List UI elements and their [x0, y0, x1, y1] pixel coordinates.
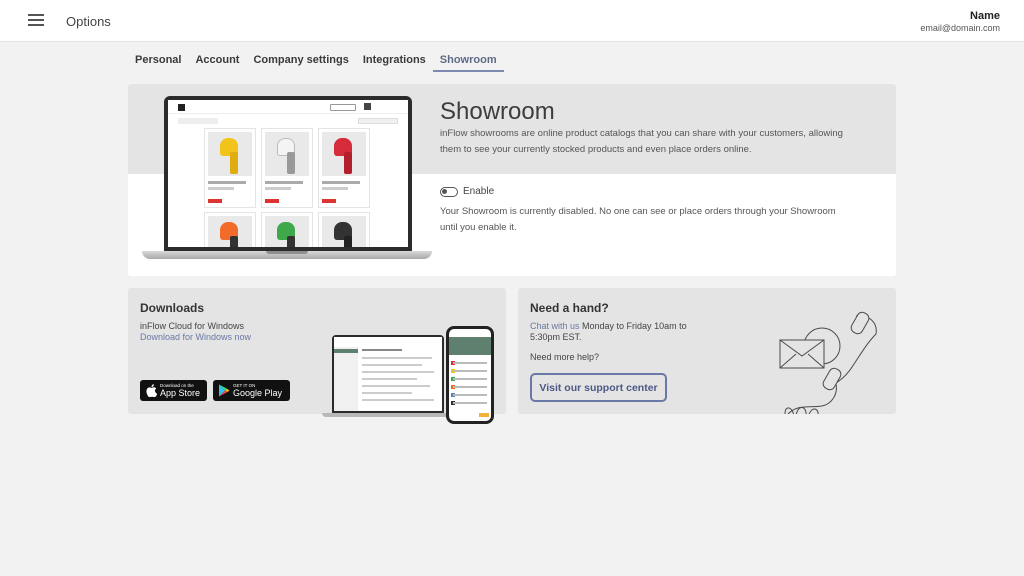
google-play-icon	[218, 384, 230, 397]
showroom-title: Showroom	[440, 98, 555, 125]
tab-personal[interactable]: Personal	[128, 50, 188, 72]
downloads-card: Downloads inFlow Cloud for Windows Downl…	[128, 288, 506, 424]
enable-toggle[interactable]	[440, 187, 458, 197]
more-help-label: Need more help?	[530, 352, 600, 362]
downloads-title: Downloads	[140, 301, 205, 315]
help-card: Need a hand? Chat with us Monday to Frid…	[518, 288, 896, 414]
google-play-badge[interactable]: GET IT ON Google Play	[213, 380, 290, 401]
desktop-app-illustration	[322, 335, 452, 420]
downloads-subtitle: inFlow Cloud for Windows	[140, 321, 245, 331]
settings-tabs: Personal Account Company settings Integr…	[128, 50, 504, 72]
product-card-black	[318, 212, 370, 247]
tab-account[interactable]: Account	[188, 50, 246, 72]
user-info[interactable]: Name email@domain.com	[920, 10, 1000, 34]
user-email: email@domain.com	[920, 23, 1000, 33]
app-store-label: App Store	[160, 388, 201, 398]
store-logo-icon	[178, 104, 185, 111]
product-card-red	[318, 128, 370, 208]
hamburger-menu-icon[interactable]	[28, 13, 44, 27]
app-store-badge[interactable]: Download on the App Store	[140, 380, 207, 401]
user-name: Name	[970, 10, 1000, 22]
help-title: Need a hand?	[530, 301, 609, 315]
product-card-green	[261, 212, 313, 247]
showroom-card: Showroom inFlow showrooms are online pro…	[128, 84, 896, 276]
page-title: Options	[66, 14, 111, 29]
help-hours-text: Chat with us Monday to Friday 10am to 5:…	[530, 321, 695, 343]
google-play-label: Google Play	[233, 388, 283, 398]
mobile-app-illustration	[446, 326, 494, 424]
enable-toggle-label[interactable]: Enable	[463, 186, 494, 197]
tab-integrations[interactable]: Integrations	[356, 50, 433, 72]
chat-link[interactable]: Chat with us	[530, 321, 580, 331]
toggle-knob	[442, 189, 447, 194]
showroom-description: inFlow showrooms are online product cata…	[440, 128, 843, 155]
showroom-status-text: Your Showroom is currently disabled. No …	[440, 206, 836, 233]
header-bar: Options Name email@domain.com	[0, 0, 1024, 42]
cart-icon	[364, 103, 371, 110]
product-card-white	[261, 128, 313, 208]
support-center-button[interactable]: Visit our support center	[530, 373, 667, 402]
tab-showroom[interactable]: Showroom	[432, 50, 504, 72]
showroom-laptop-illustration	[142, 96, 432, 266]
product-card-orange	[204, 212, 256, 247]
download-windows-link[interactable]: Download for Windows now	[140, 332, 251, 342]
product-card-yellow	[204, 128, 256, 208]
tab-company-settings[interactable]: Company settings	[246, 50, 355, 72]
laptop-screen	[164, 96, 412, 251]
apple-icon	[145, 384, 157, 398]
phone-mail-illustration	[779, 311, 877, 414]
